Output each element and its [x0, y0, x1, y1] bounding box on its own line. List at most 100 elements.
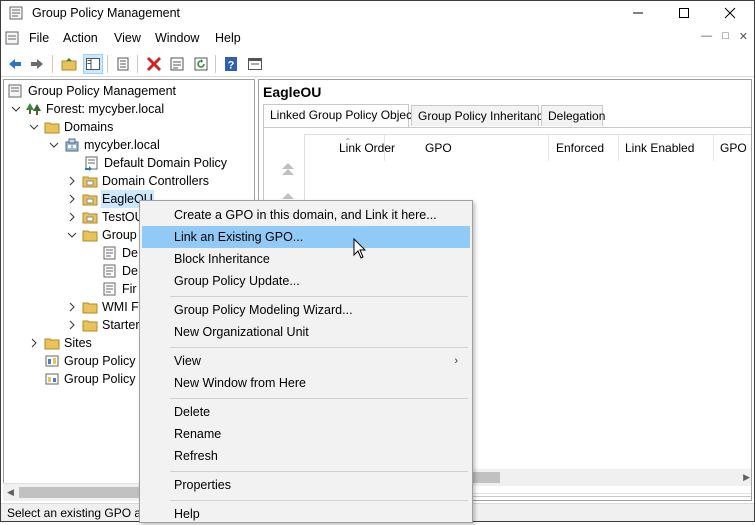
- menu-item-delete[interactable]: Delete: [142, 401, 470, 423]
- menu-separator: [170, 471, 468, 472]
- gpo-icon: [103, 264, 116, 278]
- tree-item-sites[interactable]: Sites: [28, 334, 93, 352]
- expand-chevron-icon[interactable]: [66, 319, 78, 331]
- menu-separator: [170, 347, 468, 348]
- menu-item-new-window[interactable]: New Window from Here: [142, 372, 470, 394]
- expand-chevron-icon[interactable]: [28, 337, 40, 349]
- menu-item-refresh[interactable]: Refresh: [142, 445, 470, 467]
- menu-item-properties[interactable]: Properties: [142, 474, 470, 496]
- tree-item-gpo[interactable]: De: [102, 244, 139, 262]
- menu-window[interactable]: Window: [155, 31, 199, 45]
- submenu-arrow-icon: ›: [454, 355, 458, 367]
- close-button[interactable]: [707, 1, 753, 25]
- tree-item-label: Group Policy: [64, 372, 136, 386]
- console-button[interactable]: [245, 54, 265, 74]
- forest-icon: [26, 103, 41, 115]
- scrollbar-thumb[interactable]: [19, 487, 139, 498]
- tree-item-root[interactable]: Group Policy Management: [8, 82, 177, 100]
- expand-chevron-icon[interactable]: [66, 301, 78, 313]
- menu-item-link-existing-gpo[interactable]: Link an Existing GPO...: [142, 226, 470, 248]
- tree-item-label: Sites: [64, 336, 92, 350]
- back-button[interactable]: [5, 54, 25, 74]
- collapse-chevron-icon[interactable]: [48, 139, 60, 151]
- expand-chevron-icon[interactable]: [66, 193, 78, 205]
- show-hide-tree-button[interactable]: [83, 54, 103, 74]
- menu-help[interactable]: Help: [215, 31, 241, 45]
- col-header-link-order[interactable]: ⌃ Link Order: [305, 135, 395, 161]
- menu-item-gp-update[interactable]: Group Policy Update...: [142, 270, 470, 292]
- tree-item-domain[interactable]: mycyber.local: [48, 136, 161, 154]
- col-header-gpo[interactable]: GPO: [419, 135, 549, 161]
- tree-item-starter-gpos[interactable]: Starter: [66, 316, 141, 334]
- menu-action[interactable]: Action: [63, 31, 98, 45]
- mdi-restore-icon[interactable]: □: [722, 30, 729, 43]
- status-text: Select an existing GPO an: [7, 506, 148, 520]
- tree-item-gpo[interactable]: Fir: [102, 280, 138, 298]
- menu-item-modeling-wizard[interactable]: Group Policy Modeling Wizard...: [142, 299, 470, 321]
- ou-folder-icon: [82, 176, 98, 188]
- menu-view[interactable]: View: [114, 31, 141, 45]
- menu-item-view[interactable]: View ›: [142, 350, 470, 372]
- minimize-icon: [633, 12, 643, 14]
- gpo-icon: [103, 282, 116, 296]
- collapse-chevron-icon[interactable]: [28, 121, 40, 133]
- toolbar-separator: [107, 55, 108, 73]
- col-header-enforced[interactable]: Enforced: [550, 135, 619, 161]
- toolbar-separator: [215, 55, 216, 73]
- mouse-pointer-icon: [353, 238, 367, 259]
- col-header-gpo-status[interactable]: GPO: [714, 135, 751, 161]
- tree-item-forest[interactable]: Forest: mycyber.local: [10, 100, 165, 118]
- tree-item-default-domain-policy[interactable]: Default Domain Policy: [84, 154, 228, 172]
- tab-linked-gpos[interactable]: Linked Group Policy Objects: [263, 104, 421, 127]
- tab-delegation[interactable]: Delegation: [541, 105, 605, 126]
- column-label: Link Enabled: [625, 141, 695, 155]
- mdi-minimize-icon[interactable]: —: [701, 30, 712, 43]
- console-menu-icon[interactable]: [5, 30, 21, 46]
- menu-file[interactable]: File: [29, 31, 49, 45]
- menu-item-new-ou[interactable]: New Organizational Unit: [142, 321, 470, 343]
- tree-item-group-policy-objects[interactable]: Group: [66, 226, 138, 244]
- collapse-chevron-icon[interactable]: [10, 103, 22, 115]
- collapse-chevron-icon[interactable]: [66, 229, 78, 241]
- tree-item-label: Fir: [122, 282, 137, 296]
- menu-item-block-inheritance[interactable]: Block Inheritance: [142, 248, 470, 270]
- mdi-close-icon[interactable]: ✕: [739, 30, 748, 43]
- tree-item-domain-controllers[interactable]: Domain Controllers: [66, 172, 210, 190]
- expand-chevron-icon[interactable]: [66, 175, 78, 187]
- tree-item-gpo[interactable]: De: [102, 262, 139, 280]
- menu-item-create-and-link-gpo[interactable]: Create a GPO in this domain, and Link it…: [142, 204, 470, 226]
- export-list-button[interactable]: [167, 54, 187, 74]
- folder-icon: [44, 338, 60, 350]
- export-list-icon: [170, 57, 184, 71]
- move-to-top-button[interactable]: [278, 160, 298, 178]
- modeling-icon: [45, 355, 59, 367]
- sort-ascending-icon: ⌃: [344, 137, 352, 146]
- tree-item-test-ou[interactable]: TestOU: [66, 208, 145, 226]
- tree-item-gp-results[interactable]: Group Policy: [44, 370, 137, 388]
- col-header-link-enabled[interactable]: Link Enabled: [619, 135, 714, 161]
- toolbar: ?: [1, 51, 754, 77]
- minimize-button[interactable]: [615, 1, 661, 25]
- maximize-button[interactable]: [661, 1, 707, 25]
- up-folder-button[interactable]: [59, 54, 79, 74]
- console-icon: [248, 58, 262, 70]
- expand-chevron-icon[interactable]: [66, 211, 78, 223]
- forward-button[interactable]: [27, 54, 47, 74]
- tree-item-wmi-filters[interactable]: WMI F: [66, 298, 140, 316]
- scroll-right-icon[interactable]: ▶: [743, 472, 750, 483]
- help-button[interactable]: ?: [221, 54, 241, 74]
- column-label: GPO: [425, 141, 452, 155]
- properties-button[interactable]: [113, 54, 133, 74]
- delete-button[interactable]: [144, 54, 164, 74]
- tree-item-domains[interactable]: Domains: [28, 118, 114, 136]
- menu-separator: [170, 398, 468, 399]
- refresh-button[interactable]: [191, 54, 211, 74]
- tree-item-label: WMI F: [102, 300, 139, 314]
- tree-item-label: Group: [102, 228, 137, 242]
- pane-title: EagleOU: [263, 84, 322, 100]
- menu-item-rename[interactable]: Rename: [142, 423, 470, 445]
- tab-gp-inheritance[interactable]: Group Policy Inheritance: [411, 105, 549, 126]
- scroll-left-icon[interactable]: ◀: [7, 487, 14, 498]
- folder-icon: [82, 230, 98, 242]
- tree-item-gp-modeling[interactable]: Group Policy: [44, 352, 137, 370]
